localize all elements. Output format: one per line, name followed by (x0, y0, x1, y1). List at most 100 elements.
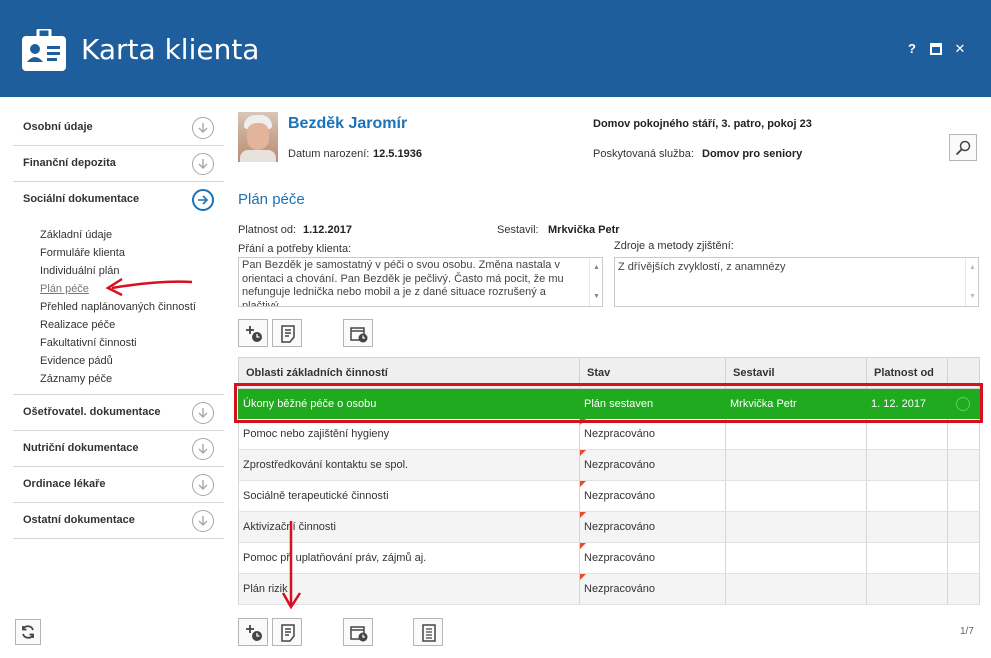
nav-section-finance[interactable]: Finanční depozita (13, 146, 224, 182)
table-row[interactable]: Plán rizik Nezpracováno (238, 573, 980, 605)
plan-title: Plán péče (238, 191, 305, 208)
cell-action (947, 480, 980, 512)
author-value: Mrkvička Petr (548, 224, 620, 236)
add-activity-button[interactable] (238, 618, 268, 646)
facility-location: Domov pokojného stáří, 3. patro, pokoj 2… (593, 118, 812, 130)
chevron-down-circle-icon (192, 153, 214, 175)
id-card-icon (22, 27, 66, 71)
table-row[interactable]: Zprostředkování kontaktu se spol. Nezpra… (238, 449, 980, 481)
status-flag-icon (580, 543, 586, 549)
care-areas-table: Oblasti základních činností Stav Sestavi… (238, 357, 980, 605)
schedule-activity-button[interactable] (343, 618, 373, 646)
wishes-textarea[interactable]: Pan Bezděk je samostatný v péči o svou o… (238, 257, 603, 307)
sub-item-basic[interactable]: Základní údaje (13, 226, 224, 244)
status-flag-icon (580, 512, 586, 518)
add-plan-button[interactable] (238, 319, 268, 347)
refresh-icon (22, 625, 34, 639)
sub-item-falls[interactable]: Evidence pádů (13, 352, 224, 370)
wishes-label: Přání a potřeby klienta: (238, 243, 352, 255)
close-button[interactable]: ✕ (951, 40, 969, 58)
search-button[interactable] (949, 134, 977, 161)
column-header-validity[interactable]: Platnost od (866, 357, 948, 389)
wishes-scrollbar[interactable]: ▲ ▼ (589, 258, 602, 306)
add-clock-icon (246, 326, 262, 342)
nav-section-personal[interactable]: Osobní údaje (13, 110, 224, 146)
sub-item-care-plan[interactable]: Plán péče (13, 280, 224, 298)
nav-section-nursing[interactable]: Ošetřovatel. dokumentace (13, 395, 224, 431)
nav-section-label: Ostatní dokumentace (23, 514, 135, 526)
column-header-action (947, 357, 980, 389)
cell-validity (866, 542, 948, 574)
cell-action (947, 511, 980, 543)
chevron-down-circle-icon (192, 402, 214, 424)
cell-action (947, 573, 980, 605)
title-bar: Karta klienta ? ✕ (0, 0, 991, 97)
status-text: Nezpracováno (584, 552, 655, 564)
cell-area: Aktivizační činnosti (238, 511, 580, 543)
author-label: Sestavil: (497, 224, 539, 236)
nav-section-label: Osobní údaje (23, 121, 93, 133)
cell-action (947, 388, 980, 419)
nav-section-label: Nutriční dokumentace (23, 442, 139, 454)
sub-item-optional-activities[interactable]: Fakultativní činnosti (13, 334, 224, 352)
cell-status: Plán sestaven (579, 388, 726, 419)
column-header-author[interactable]: Sestavil (725, 357, 867, 389)
cell-status: Nezpracováno (579, 449, 726, 481)
schedule-plan-button[interactable] (343, 319, 373, 347)
add-clock-icon (246, 625, 262, 641)
table-row[interactable]: Aktivizační činnosti Nezpracováno (238, 511, 980, 543)
edit-plan-button[interactable] (272, 319, 302, 347)
sources-text: Z dřívějších zvyklostí, z anamnézy (618, 261, 786, 273)
table-row[interactable]: Úkony běžné péče o osobu Plán sestaven M… (238, 388, 980, 419)
sub-item-forms[interactable]: Formuláře klienta (13, 244, 224, 262)
client-photo (238, 112, 278, 162)
clock-icon[interactable] (956, 397, 970, 411)
chevron-down-circle-icon (192, 474, 214, 496)
cell-author (725, 480, 867, 512)
status-text: Nezpracováno (584, 428, 655, 440)
help-button[interactable]: ? (903, 40, 921, 58)
maximize-button[interactable] (927, 40, 945, 58)
sources-scrollbar[interactable]: ▲ ▼ (965, 258, 978, 306)
nav-section-label: Finanční depozita (23, 157, 116, 169)
page-indicator: 1/7 (960, 626, 974, 637)
sub-item-planned-activities[interactable]: Přehled naplánovaných činností (13, 298, 224, 316)
table-row[interactable]: Pomoc při uplatňování práv, zájmů aj. Ne… (238, 542, 980, 574)
nav-section-social[interactable]: Sociální dokumentace (13, 182, 224, 218)
cell-author (725, 449, 867, 481)
cell-status: Nezpracováno (579, 542, 726, 574)
sub-item-care-realization[interactable]: Realizace péče (13, 316, 224, 334)
cell-action (947, 449, 980, 481)
cell-area: Plán rizik (238, 573, 580, 605)
status-flag-icon (580, 450, 586, 456)
arrow-right-circle-icon (192, 189, 214, 211)
table-row[interactable]: Pomoc nebo zajištění hygieny Nezpracován… (238, 418, 980, 450)
cell-action (947, 542, 980, 574)
sub-item-care-records[interactable]: Záznamy péče (13, 370, 224, 388)
document-edit-icon (281, 325, 295, 343)
wishes-text: Pan Bezděk je samostatný v péči o svou o… (242, 259, 564, 307)
sub-item-individual-plan[interactable]: Individuální plán (13, 262, 224, 280)
edit-activity-button[interactable] (272, 618, 302, 646)
nav-section-doctor[interactable]: Ordinace lékaře (13, 467, 224, 503)
client-name: Bezděk Jaromír (288, 115, 408, 132)
search-icon (955, 140, 971, 156)
column-header-areas[interactable]: Oblasti základních činností (238, 357, 580, 389)
nav-section-nutrition[interactable]: Nutriční dokumentace (13, 431, 224, 467)
nav-section-label: Ošetřovatel. dokumentace (23, 406, 161, 418)
column-header-status[interactable]: Stav (579, 357, 726, 389)
nav-section-label: Sociální dokumentace (23, 193, 140, 205)
refresh-button[interactable] (15, 619, 41, 645)
dob-label: Datum narození: (288, 148, 370, 160)
service-label: Poskytovaná služba: (593, 148, 694, 160)
table-row[interactable]: Sociálně terapeutické činnosti Nezpracov… (238, 480, 980, 512)
cell-status: Nezpracováno (579, 480, 726, 512)
cell-action (947, 418, 980, 450)
print-button[interactable] (413, 618, 443, 646)
sources-textarea[interactable]: Z dřívějších zvyklostí, z anamnézy ▲ ▼ (614, 257, 979, 307)
cell-validity (866, 480, 948, 512)
cell-area: Pomoc nebo zajištění hygieny (238, 418, 580, 450)
status-text: Nezpracováno (584, 459, 655, 471)
cell-area: Pomoc při uplatňování práv, zájmů aj. (238, 542, 580, 574)
nav-section-other[interactable]: Ostatní dokumentace (13, 503, 224, 539)
